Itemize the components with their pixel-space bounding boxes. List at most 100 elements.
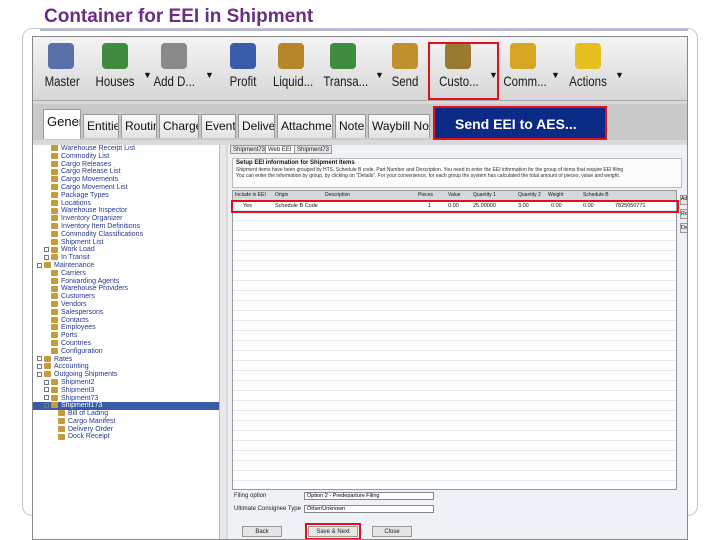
tree-item[interactable]: Contacts [33,317,225,325]
tree-item[interactable]: Inventory Organizer [33,215,225,223]
expand-toggle-icon[interactable] [44,247,49,253]
tab-6[interactable]: Attachments [277,114,333,138]
tree-item[interactable]: Warehouse Providers [33,285,225,293]
folder-icon [51,145,58,152]
tree-item[interactable]: Commodity Classifications [33,231,225,239]
slide-title: Container for EEI in Shipment [44,6,314,27]
tree-item[interactable]: Commodity List [33,153,225,161]
tab-3[interactable]: Charges [159,114,199,138]
expand-toggle-icon[interactable] [44,254,49,260]
tree-item[interactable]: Inventory Item Definitions [33,223,225,231]
tree-item[interactable]: Shipment173 [33,402,225,411]
tree-item[interactable]: Shipment73 [33,395,225,403]
tree-item[interactable]: Bill of Lading [33,410,225,418]
tree-item[interactable]: Cargo Manifest [33,418,225,426]
tab-8[interactable]: Waybill Notes [368,114,430,138]
expand-toggle-icon[interactable] [37,371,42,377]
tab-1[interactable]: Entities [83,114,119,138]
tab-shipment73[interactable]: Shipment73 [230,145,269,154]
tree-item[interactable]: Customers [33,293,225,301]
ribbon-button-9[interactable]: Actions [563,41,613,99]
tab-5[interactable]: Delivery [238,114,275,138]
tree-item[interactable]: Warehouse Inspector [33,207,225,215]
tree-item[interactable]: Package Types [33,192,225,200]
consignee-type-select[interactable]: Other/Unknown [304,505,434,513]
tree-item[interactable]: Employees [33,324,225,332]
expand-toggle-icon[interactable] [44,402,49,408]
tree-item[interactable]: Cargo Movement List [33,184,225,192]
column-header[interactable]: Quantity 2 [518,192,541,198]
empty-grid-row [233,361,676,371]
dropdown-arrow-icon[interactable]: ▼ [551,70,560,80]
tree-scrollbar[interactable] [219,145,226,539]
tree-item[interactable]: Work Load [33,246,225,254]
tree-item[interactable]: Carriers [33,270,225,278]
back-button[interactable]: Back [242,526,282,537]
close-button[interactable]: Close [372,526,412,537]
expand-toggle-icon[interactable] [37,363,42,369]
expand-toggle-icon[interactable] [44,395,49,401]
dropdown-arrow-icon[interactable]: ▼ [143,70,152,80]
tree-item[interactable]: Cargo Releases [33,161,225,169]
ribbon-button-label: Master [44,73,80,89]
filing-option-select[interactable]: Option 2 - Predeparture Filing [304,492,434,500]
tab-4[interactable]: Events [201,114,236,138]
reset-eei-button[interactable]: Reset EEI [680,209,687,219]
tab-7[interactable]: Notes [335,114,366,138]
tab-2[interactable]: Routing [121,114,157,138]
tree-item[interactable]: Warehouse Receipt List [33,145,225,153]
tree-item[interactable]: Shipment2 [33,379,225,387]
expand-toggle-icon[interactable] [44,379,49,385]
tree-item[interactable]: Accounting [33,363,225,371]
dropdown-arrow-icon[interactable]: ▼ [375,70,384,80]
tree-item[interactable]: Rates [33,356,225,364]
tree-item[interactable]: Outgoing Shipments [33,371,225,379]
tree-item-label: Ports [61,332,78,340]
dropdown-arrow-icon[interactable]: ▼ [205,70,214,80]
column-header[interactable]: Quantity 1 [473,192,496,198]
add-side-button[interactable]: Add... [680,195,687,205]
expand-toggle-icon[interactable] [44,387,49,393]
tree-item-label: Warehouse Inspector [61,207,128,215]
tree-item[interactable]: Delivery Order [33,426,225,434]
ribbon-button-1[interactable]: Houses [91,41,139,99]
tab-shipment73-second[interactable]: Shipment73 [294,145,333,154]
tree-item[interactable]: Countries [33,340,225,348]
dropdown-arrow-icon[interactable]: ▼ [615,70,624,80]
tree-item[interactable]: In Transit [33,254,225,262]
tree-item[interactable]: Ports [33,332,225,340]
tree-item[interactable]: Locations [33,200,225,208]
column-header[interactable]: Schedule B [583,192,609,198]
empty-grid-row [233,431,676,441]
filing-option-label: Filing option [234,493,267,499]
column-header[interactable]: Pieces [418,192,433,198]
tree-item[interactable]: Shipment3 [33,387,225,395]
tree-item[interactable]: Cargo Release List [33,168,225,176]
tree-item[interactable]: Vendors [33,301,225,309]
tree-item[interactable]: Maintenance [33,262,225,270]
ribbon-button-5[interactable]: Transa... [319,41,368,99]
ribbon-button-0[interactable]: Master [41,41,81,99]
column-header[interactable]: Origin [275,192,288,198]
tab-0[interactable]: General [43,109,81,139]
ribbon-button-8[interactable]: Comm... [499,41,547,99]
expand-toggle-icon[interactable] [37,262,42,268]
column-header[interactable]: Include in EEI [235,192,266,198]
ribbon-button-2[interactable]: Add D... [149,41,199,99]
tab-web-eei[interactable]: Web EEI [265,145,295,154]
details-button[interactable]: Details [680,223,687,233]
column-header[interactable]: Value [448,192,460,198]
ribbon-button-4[interactable]: Liquid... [269,41,313,99]
tree-item[interactable]: Cargo Movements [33,176,225,184]
send-eei-to-aes-menu-item[interactable]: Send EEI to AES... [433,106,607,140]
tree-item[interactable]: Forwarding Agents [33,278,225,286]
column-header[interactable]: Weight [548,192,563,198]
expand-toggle-icon[interactable] [37,356,42,362]
tree-item[interactable]: Configuration [33,348,225,356]
ribbon-button-6[interactable]: Send [387,41,423,99]
tree-item[interactable]: Salespersons [33,309,225,317]
ribbon-button-3[interactable]: Profit [223,41,263,99]
tree-item[interactable]: Dock Receipt [33,433,225,441]
tree-item[interactable]: Shipment List [33,239,225,247]
column-header[interactable]: Description [325,192,350,198]
